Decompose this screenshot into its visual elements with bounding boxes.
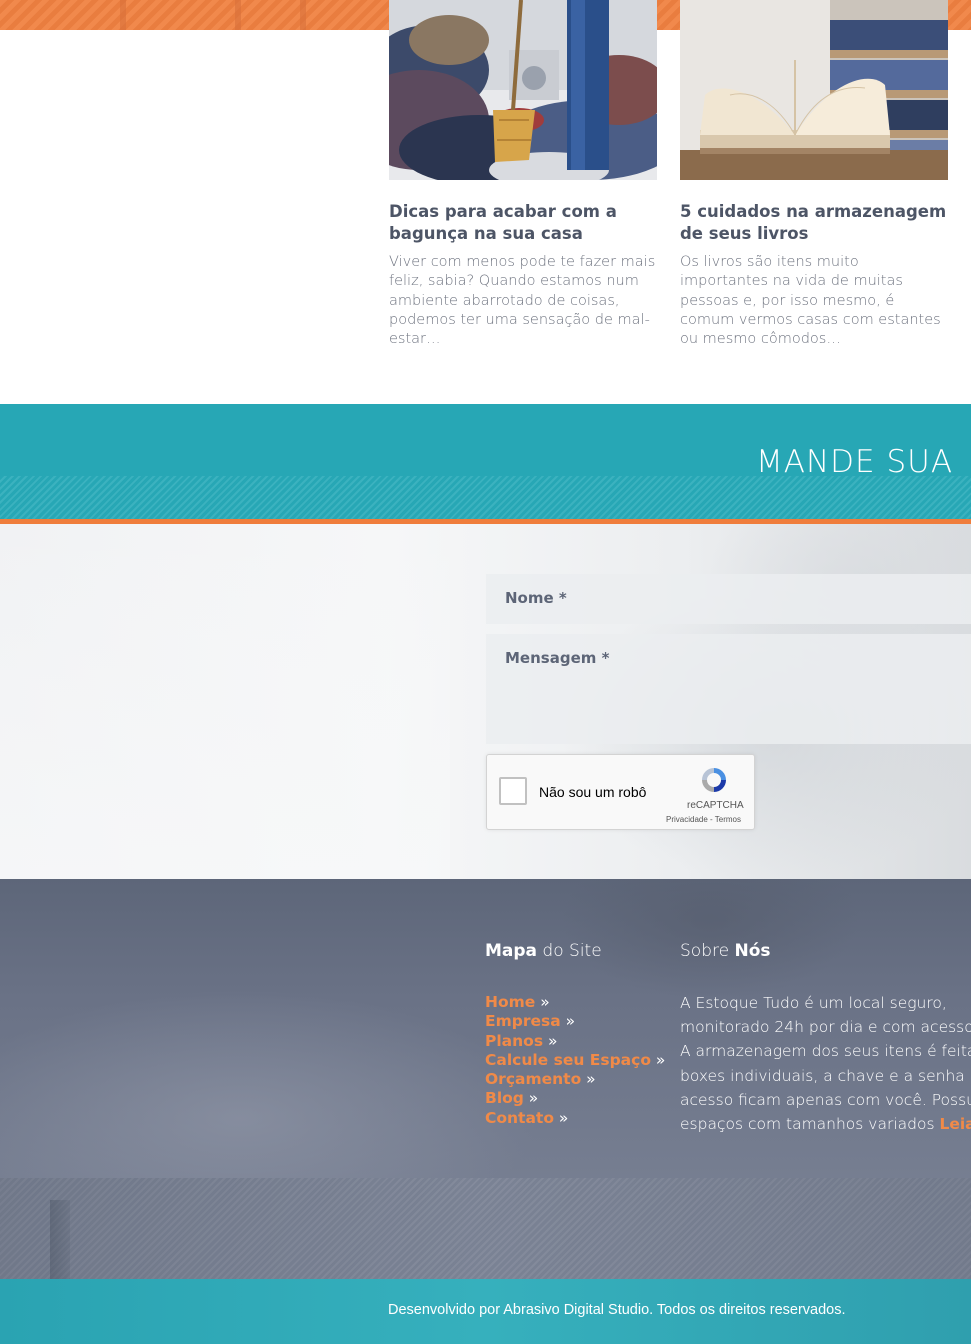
about-line: acesso ficam apenas com você. Possu	[680, 1090, 971, 1109]
sitemap-item-contato: Contato »	[485, 1109, 665, 1128]
sitemap-arrow: »	[523, 1089, 539, 1108]
sitemap-link-orcamento[interactable]: Orçamento	[485, 1070, 581, 1088]
blog-card[interactable]: 5 cuidados na armazenagem de seus livros…	[680, 0, 948, 347]
hatch-pattern	[0, 476, 971, 520]
about-heading: Sobre Nós	[680, 941, 771, 961]
sitemap-list: Home » Empresa » Planos » Calcule seu Es…	[485, 993, 665, 1128]
open-book-library-image[interactable]	[680, 0, 948, 180]
hatched-fade	[0, 1178, 971, 1279]
stripe-decoration	[120, 0, 126, 30]
background-shape	[560, 879, 860, 999]
contact-heading-band: MANDE SUA	[0, 404, 971, 520]
background-shape	[0, 524, 450, 879]
name-field[interactable]: Nome *	[486, 574, 971, 624]
copyright-bar: Desenvolvido por Abrasivo Digital Studio…	[0, 1279, 971, 1344]
recaptcha-checkbox[interactable]	[499, 777, 527, 805]
post-title[interactable]: 5 cuidados na armazenagem de seus livros	[680, 201, 950, 245]
sitemap-link-calcule[interactable]: Calcule seu Espaço	[485, 1051, 651, 1069]
copyright-text: Desenvolvido por Abrasivo Digital Studio…	[388, 1302, 846, 1318]
blog-card[interactable]: Dicas para acabar com a bagunça na sua c…	[389, 0, 657, 347]
sitemap-arrow: »	[650, 1050, 666, 1069]
sitemap-link-contato[interactable]: Contato	[485, 1109, 554, 1127]
post-excerpt: Os livros são itens muito importantes na…	[680, 254, 941, 348]
message-field[interactable]: Mensagem *	[486, 634, 971, 744]
sitemap-link-empresa[interactable]: Empresa	[485, 1012, 561, 1030]
sitemap-link-blog[interactable]: Blog	[485, 1089, 524, 1107]
about-line: A armazenagem dos seus itens é feita	[680, 1042, 971, 1061]
sitemap-item-empresa: Empresa »	[485, 1012, 665, 1031]
sitemap-item-blog: Blog »	[485, 1089, 665, 1108]
recaptcha-label: Não sou um robô	[539, 784, 647, 800]
sitemap-arrow: »	[560, 1012, 576, 1031]
about-line: boxes individuais, a chave e a senha d	[680, 1066, 971, 1085]
background-shape	[0, 989, 540, 1179]
read-more-link[interactable]: Leia	[939, 1115, 971, 1133]
sitemap-item-home: Home »	[485, 993, 665, 1012]
message-placeholder: Mensagem *	[505, 649, 610, 667]
sitemap-arrow: »	[543, 1031, 558, 1050]
sitemap-item-planos: Planos »	[485, 1032, 665, 1051]
sitemap-arrow: »	[581, 1070, 596, 1089]
contact-heading: MANDE SUA	[756, 444, 954, 480]
recaptcha-terms-link[interactable]: Privacidade - Termos	[666, 815, 741, 824]
sitemap-arrow: »	[535, 993, 550, 1011]
sitemap-item-orcamento: Orçamento »	[485, 1070, 665, 1089]
sitemap-heading: Mapa do Site	[485, 941, 602, 961]
sitemap-item-calcule: Calcule seu Espaço »	[485, 1051, 665, 1070]
post-title[interactable]: Dicas para acabar com a bagunça na sua c…	[389, 201, 659, 245]
name-placeholder: Nome *	[505, 589, 567, 607]
about-heading-bold: Nós	[734, 941, 771, 961]
sitemap-heading-rest: do Site	[537, 941, 602, 961]
stripe-decoration	[235, 0, 241, 30]
about-line: A Estoque Tudo é um local seguro,	[680, 994, 947, 1012]
sitemap-link-planos[interactable]: Planos	[485, 1032, 543, 1050]
about-line-text: espaços com tamanhos variados	[680, 1115, 940, 1134]
about-line: espaços com tamanhos variados Leia	[680, 1112, 971, 1136]
sitemap-arrow: »	[554, 1108, 569, 1127]
stripe-decoration	[300, 0, 306, 30]
post-excerpt: Viver com menos pode te fazer mais feliz…	[389, 254, 656, 348]
sitemap-heading-bold: Mapa	[485, 941, 538, 961]
about-text: A Estoque Tudo é um local seguro, monito…	[680, 991, 971, 1136]
about-heading-light: Sobre	[680, 941, 735, 961]
recaptcha-brand: reCAPTCHA	[687, 800, 744, 811]
recaptcha-logo-icon	[699, 765, 729, 795]
sitemap-link-home[interactable]: Home	[485, 993, 535, 1011]
about-line: monitorado 24h por dia e com acesso	[680, 1018, 971, 1037]
recaptcha-widget: Não sou um robô reCAPTCHA Privacidade - …	[486, 754, 755, 830]
hatched-strip	[0, 1178, 971, 1279]
messy-room-broom-image[interactable]	[389, 0, 657, 180]
